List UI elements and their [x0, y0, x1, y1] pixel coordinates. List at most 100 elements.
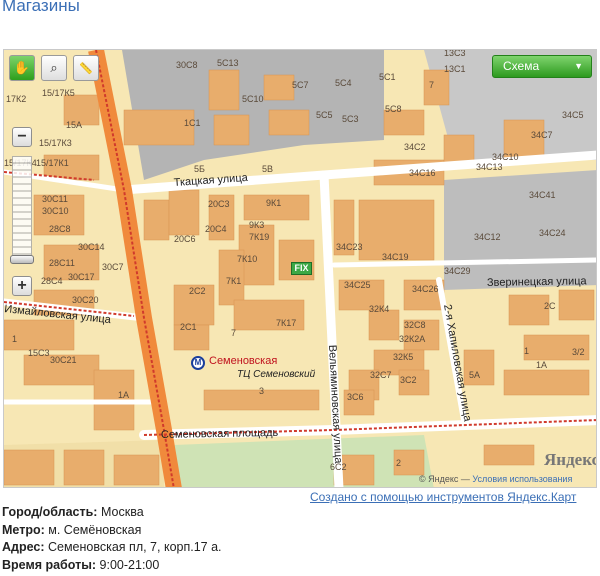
svg-text:5С4: 5С4 [335, 78, 352, 88]
svg-text:1А: 1А [536, 360, 547, 370]
svg-text:15/17К3: 15/17К3 [39, 138, 72, 148]
svg-text:2С: 2С [544, 301, 556, 311]
svg-text:5В: 5В [262, 164, 273, 174]
map-view[interactable]: 30С8 5С13 5С7 5С4 5С1 7 13С3 13С1 17К2 15/17К5… [3, 49, 597, 488]
svg-text:28С8: 28С8 [49, 224, 71, 234]
svg-text:7: 7 [429, 80, 434, 90]
svg-text:34С2: 34С2 [404, 142, 426, 152]
metro-station-label: Семеновская [209, 355, 278, 367]
svg-text:5С5: 5С5 [316, 110, 333, 120]
mall-label: ТЦ Семеновский [237, 369, 316, 380]
city-row: Город/область: Москва [2, 504, 222, 522]
svg-text:5А: 5А [469, 370, 480, 380]
svg-text:34С23: 34С23 [336, 242, 363, 252]
hand-icon: ✋ [13, 60, 31, 75]
map-type-select[interactable]: Схема ▼ [492, 55, 592, 78]
svg-text:30С17: 30С17 [68, 272, 95, 282]
svg-text:32К5: 32К5 [393, 352, 413, 362]
zoom-in-button[interactable]: + [12, 276, 32, 296]
svg-text:28С4: 28С4 [41, 276, 63, 286]
map-copyright: © Яндекс — Условия использования [419, 474, 573, 484]
svg-text:2С2: 2С2 [189, 286, 206, 296]
store-marker[interactable]: FIX [291, 262, 312, 275]
zoom-box-tool-button[interactable]: ⌕ [41, 55, 67, 81]
svg-text:5С13: 5С13 [217, 58, 239, 68]
street-zverinetskaya: Зверинецкая улица [487, 275, 588, 289]
svg-text:30С11: 30С11 [42, 194, 68, 204]
svg-text:1: 1 [524, 346, 529, 356]
svg-text:30С8: 30С8 [176, 60, 198, 70]
svg-text:7К10: 7К10 [237, 254, 257, 264]
svg-text:5С3: 5С3 [342, 114, 359, 124]
chevron-down-icon: ▼ [574, 61, 583, 71]
svg-text:5С1: 5С1 [379, 72, 396, 82]
svg-text:34С10: 34С10 [492, 152, 519, 162]
svg-text:34С19: 34С19 [382, 252, 409, 262]
metro-label: Метро: [2, 522, 45, 537]
svg-text:20С4: 20С4 [205, 224, 227, 234]
svg-text:34С7: 34С7 [531, 130, 553, 140]
terms-link[interactable]: Условия использования [472, 474, 572, 484]
svg-text:1А: 1А [118, 390, 129, 400]
svg-text:30С21: 30С21 [50, 355, 77, 365]
hours-value: 9:00-21:00 [99, 557, 160, 572]
metro-row: Метро: м. Семёновская [2, 522, 222, 540]
svg-text:7К19: 7К19 [249, 232, 269, 242]
svg-text:2: 2 [396, 458, 401, 468]
svg-text:3/2: 3/2 [572, 347, 585, 357]
address-label: Адрес: [2, 540, 45, 554]
svg-text:15С3: 15С3 [28, 348, 50, 358]
ruler-tool-button[interactable]: 📏 [73, 55, 99, 81]
hours-label: Время работы: [2, 557, 97, 572]
svg-text:13С3: 13С3 [444, 50, 466, 58]
svg-text:17К2: 17К2 [6, 94, 26, 104]
svg-text:15/17К5: 15/17К5 [42, 88, 75, 98]
zoom-slider-handle[interactable] [10, 255, 34, 264]
svg-text:20С3: 20С3 [208, 199, 230, 209]
created-with-yandex-link[interactable]: Создано с помощью инструментов Яндекс.Ка… [310, 490, 576, 504]
svg-text:9К1: 9К1 [266, 198, 281, 208]
ruler-icon: 📏 [79, 62, 93, 75]
svg-text:7: 7 [231, 328, 236, 338]
svg-text:34С16: 34С16 [409, 168, 436, 178]
copyright-text: © Яндекс [419, 474, 459, 484]
svg-text:20С6: 20С6 [174, 234, 196, 244]
svg-text:34С13: 34С13 [476, 162, 503, 172]
svg-text:2С1: 2С1 [180, 322, 197, 332]
svg-text:5С7: 5С7 [292, 80, 309, 90]
city-value: Москва [100, 505, 144, 519]
street-semenovskaya-ploshchad: Семеновская площадь [161, 427, 279, 441]
page-title: Магазины [2, 0, 80, 15]
city-label: Город/область: [2, 505, 98, 519]
svg-text:3С2: 3С2 [400, 375, 417, 385]
svg-text:1: 1 [12, 334, 17, 344]
svg-text:30С10: 30С10 [42, 206, 69, 216]
svg-text:32К4: 32К4 [369, 304, 389, 314]
svg-text:5С8: 5С8 [385, 104, 402, 114]
hand-tool-button[interactable]: ✋ [9, 55, 35, 81]
svg-text:30С14: 30С14 [78, 242, 105, 252]
svg-text:32К2А: 32К2А [399, 334, 425, 344]
svg-text:30С7: 30С7 [102, 262, 124, 272]
svg-text:32С7: 32С7 [370, 370, 392, 380]
svg-text:3С6: 3С6 [347, 392, 364, 402]
svg-text:9К3: 9К3 [249, 220, 264, 230]
svg-text:7К1: 7К1 [226, 276, 241, 286]
store-info: Город/область: Москва Метро: м. Семёновс… [2, 504, 222, 574]
zoom-scale[interactable] [12, 156, 32, 256]
svg-text:34С26: 34С26 [412, 284, 439, 294]
svg-text:13С1: 13С1 [444, 64, 466, 74]
svg-text:34С12: 34С12 [474, 232, 501, 242]
zoom-out-button[interactable]: − [12, 127, 32, 147]
svg-text:5Б: 5Б [194, 164, 205, 174]
svg-text:32С8: 32С8 [404, 320, 426, 330]
svg-text:34С25: 34С25 [344, 280, 371, 290]
svg-text:5С10: 5С10 [242, 94, 264, 104]
svg-text:28С11: 28С11 [49, 258, 75, 268]
svg-text:1С1: 1С1 [184, 118, 201, 128]
svg-text:30С20: 30С20 [72, 295, 99, 305]
address-value: Семеновская пл, 7, корп.17 а. [47, 540, 222, 554]
svg-text:15/17К1: 15/17К1 [36, 158, 69, 168]
address-row: Адрес: Семеновская пл, 7, корп.17 а. [2, 539, 222, 557]
yandex-logo: Яндекс [544, 450, 597, 469]
